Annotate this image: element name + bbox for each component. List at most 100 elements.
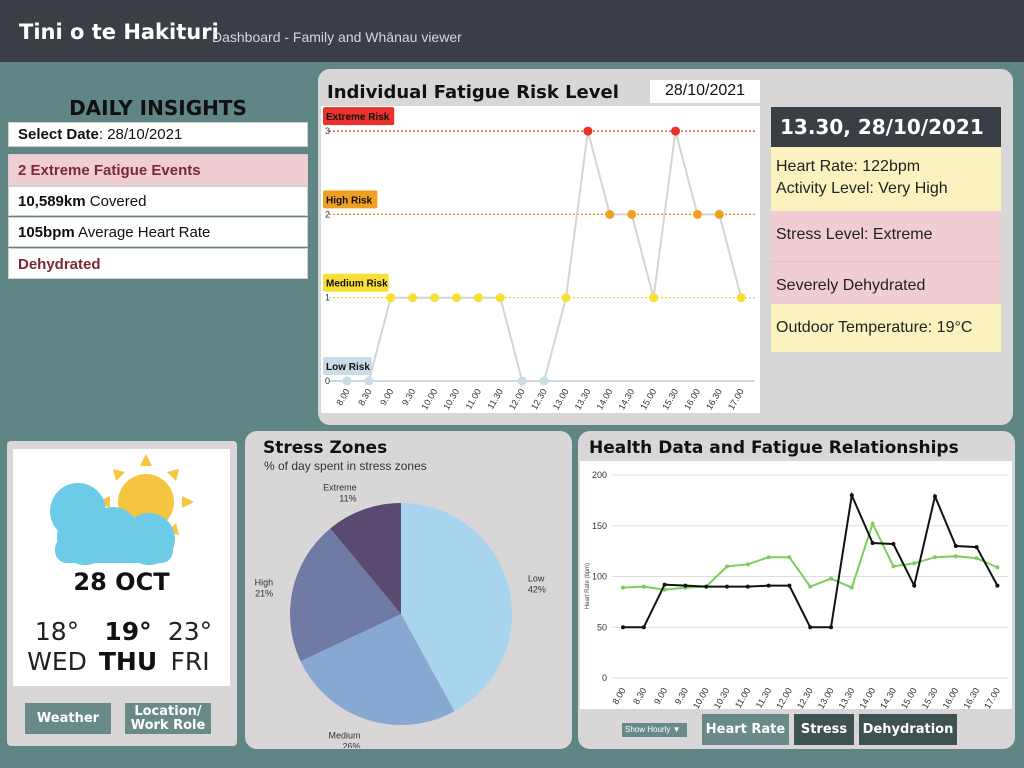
location-label-line1: Location/ [134, 703, 202, 719]
health-chart-title: Health Data and Fatigue Relationships [589, 438, 959, 458]
extreme-events-insight: 2 Extreme Fatigue Events [8, 154, 308, 186]
fatigue-y-tick: 2 [325, 209, 330, 219]
health-x-tick: 14.00 [857, 686, 877, 709]
fatigue-y-tick: 3 [325, 126, 330, 136]
fatigue-x-tick: 10.30 [441, 387, 461, 412]
health-x-tick: 10.00 [691, 686, 711, 709]
heart-rate-button[interactable]: Heart Rate [702, 714, 789, 745]
select-date-field[interactable]: Select Date: 28/10/2021 [8, 122, 308, 147]
health-y-tick: 200 [592, 470, 607, 480]
health-x-tick: 8.00 [610, 686, 627, 706]
distance-value: 10,589km [18, 193, 86, 210]
health-point [704, 584, 709, 589]
pie-label-name: Extreme [323, 483, 357, 493]
detail-heart-rate: Heart Rate: 122bpm [776, 158, 921, 175]
fatigue-x-tick: 15.00 [638, 387, 658, 412]
detail-heart-activity: Heart Rate: 122bpm Activity Level: Very … [771, 147, 1001, 211]
health-point [662, 582, 667, 587]
weather-day-wed: 18° WED [27, 617, 87, 677]
fatigue-point [671, 126, 680, 136]
fatigue-x-tick: 15.30 [660, 387, 680, 412]
fatigue-point [649, 293, 659, 303]
fatigue-x-tick: 16.30 [704, 387, 724, 412]
health-x-tick: 12.00 [774, 686, 794, 709]
detail-stress: Stress Level: Extreme [771, 211, 1001, 261]
fatigue-x-tick: 8.00 [334, 387, 351, 407]
health-point [974, 556, 979, 561]
health-fatigue-chart[interactable]: 0 50 100 150 200 Heart Rate (bpm) 8.00 8.30 9.00… [580, 461, 1012, 709]
distance-insight: 10,589km Covered [8, 186, 308, 216]
fatigue-point [364, 376, 374, 386]
health-point [849, 585, 854, 590]
fatigue-x-tick: 12.30 [529, 387, 549, 412]
weather-button[interactable]: Weather [25, 703, 111, 734]
fatigue-point [714, 209, 724, 219]
fatigue-point [408, 293, 418, 303]
weather-temp: 23° [167, 617, 213, 646]
health-x-tick: 16.30 [961, 686, 981, 709]
health-point [974, 545, 979, 550]
fatigue-point [473, 293, 483, 303]
fatigue-x-tick: 9.30 [400, 387, 417, 407]
health-x-tick: 12.30 [795, 686, 815, 709]
fatigue-risk-chart[interactable]: 0 1 2 3 Extreme Risk High Risk Medium Risk Low … [321, 106, 760, 413]
fatigue-x-tick: 10.00 [419, 387, 439, 412]
fatigue-x-tick: 17.00 [726, 387, 746, 412]
health-x-tick: 9.30 [673, 686, 690, 706]
select-date-value: : 28/10/2021 [98, 126, 183, 143]
top-bar: Tini o te Hakituri Dashboard - Family an… [0, 0, 1024, 62]
fatigue-date-picker[interactable]: 28/10/2021 [650, 80, 760, 103]
fatigue-chart-title: Individual Fatigue Risk Level [327, 82, 619, 103]
show-hourly-dropdown[interactable]: Show Hourly ▼ [622, 723, 687, 737]
fatigue-y-tick: 0 [325, 376, 330, 386]
hydration-insight: Dehydrated [8, 248, 308, 279]
health-point [933, 494, 937, 499]
health-point [933, 555, 937, 560]
location-work-role-button[interactable]: Location/Work Role [125, 703, 211, 734]
fatigue-point [342, 376, 352, 386]
detail-temperature: Outdoor Temperature: 19°C [771, 304, 1001, 352]
weather-day: FRI [170, 647, 210, 676]
health-point [787, 583, 792, 588]
fatigue-x-tick: 16.00 [682, 387, 702, 412]
weather-day-thu: 19° THU [98, 617, 158, 677]
weather-temp: 19° [104, 617, 152, 646]
weather-day: THU [98, 647, 158, 676]
dehydration-button[interactable]: Dehydration [859, 714, 957, 745]
fatigue-point [452, 293, 461, 303]
pie-label-percent: 42% [528, 584, 546, 594]
fatigue-x-tick: 8.30 [356, 387, 373, 407]
daily-insights-title: DAILY INSIGHTS [69, 96, 247, 120]
stress-zones-title: Stress Zones [263, 438, 388, 458]
fatigue-level-label: High Risk [326, 195, 373, 206]
health-point [766, 555, 771, 560]
health-y-axis-label: Heart Rate (bpm) [585, 563, 591, 609]
health-point [891, 542, 896, 547]
health-x-tick: 11.30 [754, 686, 774, 709]
fatigue-level-label: Medium Risk [326, 279, 388, 290]
detail-hydration: Severely Dehydrated [771, 261, 1001, 304]
fatigue-point [583, 126, 593, 136]
health-point [849, 493, 854, 498]
stress-button[interactable]: Stress [794, 714, 854, 745]
health-point [953, 554, 958, 559]
health-x-tick: 9.00 [652, 686, 669, 706]
fatigue-point [386, 293, 396, 303]
health-point [912, 561, 917, 566]
health-point [787, 555, 792, 560]
fatigue-x-tick: 14.00 [595, 387, 615, 412]
partly-cloudy-icon [50, 454, 194, 565]
pie-label-percent: 26% [343, 742, 361, 748]
health-y-tick: 0 [602, 673, 607, 683]
health-point [745, 562, 750, 567]
health-point [641, 584, 646, 589]
heart-rate-label: Average Heart Rate [74, 224, 211, 241]
stress-zones-pie[interactable]: Low42% Medium26% High21% Extreme11% [245, 470, 572, 748]
health-point [725, 584, 729, 589]
health-point [912, 583, 917, 588]
weather-date: 28 OCT [73, 568, 170, 596]
fatigue-x-tick: 13.30 [573, 387, 593, 412]
pie-label-name: Medium [329, 731, 361, 741]
fatigue-point [627, 209, 637, 219]
health-x-tick: 13.00 [816, 686, 836, 709]
